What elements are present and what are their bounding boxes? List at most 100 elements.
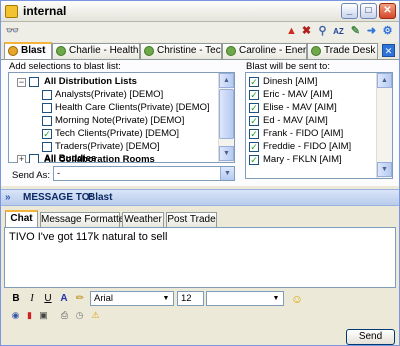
tree-group-buddies[interactable]: + All Buddies — [9, 153, 209, 163]
font-size-select[interactable]: 12 — [177, 291, 204, 306]
action-toolbar: ◉ ▮ ▣ ⎙ ◷ ⚠ — [1, 308, 399, 325]
open-file-icon[interactable]: ▣ — [37, 309, 50, 322]
checkbox[interactable]: ✓ — [249, 129, 259, 139]
recipient-item[interactable]: ✓ Freddie - FIDO [AIM] — [249, 141, 374, 153]
checkbox[interactable]: ✓ — [249, 90, 259, 100]
app-icon — [5, 5, 18, 18]
chat-window: internal _ □ ✕ 👓 ▲ ✖ ⚲ AZ ✎ ➜ ⚙ Blast Ch… — [0, 0, 400, 346]
tab-icon — [8, 46, 18, 56]
message-input[interactable]: TIVO I've got 117k natural to sell — [4, 227, 396, 288]
close-tab-icon[interactable]: ✕ — [382, 44, 395, 57]
font-select[interactable]: Arial ▼ — [90, 291, 174, 306]
checkbox[interactable]: ✓ — [249, 155, 259, 165]
tree-scrollbar[interactable]: ▲ ▼ — [218, 73, 234, 162]
underline-button[interactable]: U — [41, 292, 55, 306]
style-select[interactable]: ▼ — [206, 291, 284, 306]
send-as-label: Send As: — [12, 170, 51, 181]
checkbox[interactable] — [42, 103, 52, 113]
arrow-icon[interactable]: ➜ — [364, 24, 379, 39]
sort-az-icon[interactable]: AZ — [331, 24, 346, 39]
tab-weather[interactable]: Weather — [122, 212, 164, 227]
list-item[interactable]: Analysts(Private) [DEMO] — [9, 89, 219, 101]
text-color-icon[interactable]: A — [57, 292, 71, 306]
recipient-item[interactable]: ✓ Eric - MAV [AIM] — [249, 89, 374, 101]
list-item[interactable]: Morning Note(Private) [DEMO] — [9, 115, 219, 127]
recipient-item[interactable]: ✓ Dinesh [AIM] — [249, 76, 374, 88]
alert-icon[interactable]: ▲ — [284, 24, 299, 39]
binoculars-icon[interactable]: 👓 — [5, 24, 20, 39]
tab-icon — [311, 46, 321, 56]
list-item[interactable]: Health Care Clients(Private) [DEMO] — [9, 102, 219, 114]
checkbox[interactable]: ✓ — [42, 129, 52, 139]
clock-icon[interactable]: ◷ — [73, 309, 86, 322]
tab-post-trade[interactable]: Post Trade — [166, 212, 217, 227]
distribution-tree[interactable]: − All Distribution Lists Analysts(Privat… — [8, 72, 235, 163]
delete-icon[interactable]: ✖ — [299, 24, 314, 39]
scroll-up-icon[interactable]: ▲ — [377, 73, 392, 88]
recipients-scrollbar[interactable]: ▲ ▼ — [376, 73, 392, 178]
checkbox[interactable]: ✓ — [249, 142, 259, 152]
checkbox[interactable] — [42, 116, 52, 126]
globe-icon[interactable]: ◉ — [9, 309, 22, 322]
tab-chat[interactable]: Chat — [5, 210, 38, 228]
tools-icon[interactable]: ✎ — [348, 24, 363, 39]
tab-trade-desk[interactable]: Trade Desk — [307, 43, 378, 59]
list-item[interactable]: Traders(Private) [DEMO] — [9, 141, 219, 153]
checkbox[interactable]: ✓ — [249, 77, 259, 87]
scroll-up-icon[interactable]: ▲ — [219, 73, 234, 88]
checkbox[interactable] — [29, 77, 39, 87]
chevron-down-icon[interactable]: ▼ — [220, 167, 234, 180]
checkbox[interactable] — [42, 142, 52, 152]
title-bar[interactable]: internal _ □ ✕ — [1, 1, 399, 22]
minimize-button[interactable]: _ — [341, 3, 358, 19]
bold-button[interactable]: B — [9, 292, 23, 306]
recipients-list[interactable]: ✓ Dinesh [AIM] ✓ Eric - MAV [AIM] ✓ Elise -… — [245, 72, 393, 179]
send-as-select[interactable]: - ▼ — [53, 166, 235, 181]
checkbox[interactable]: ✓ — [249, 103, 259, 113]
checkbox[interactable] — [42, 90, 52, 100]
tab-icon — [226, 46, 236, 56]
print-icon[interactable]: ⎙ — [58, 309, 71, 322]
recipient-item[interactable]: ✓ Mary - FKLN [AIM] — [249, 154, 374, 166]
scroll-down-icon[interactable]: ▼ — [377, 162, 392, 177]
format-toolbar: B I U A ✏ Arial ▼ 12 ▼ ☺ — [1, 289, 399, 308]
collapse-icon[interactable]: − — [17, 78, 26, 87]
tree-group-distribution-lists[interactable]: − All Distribution Lists — [9, 76, 219, 88]
tab-caroline-energy[interactable]: Caroline - Energy — [222, 43, 307, 59]
conversation-tabs: Blast Charlie - Healthcare Christine - T… — [1, 42, 399, 60]
tab-icon — [144, 46, 154, 56]
tab-charlie-healthcare[interactable]: Charlie - Healthcare — [52, 43, 140, 59]
blast-panel: Add selections to blast list: Blast will… — [1, 59, 399, 186]
highlight-icon[interactable]: ✏ — [73, 292, 87, 306]
scroll-thumb[interactable] — [219, 89, 234, 139]
tab-icon — [56, 46, 66, 56]
window-title: internal — [23, 4, 67, 18]
checkbox[interactable] — [29, 154, 39, 163]
emoticon-icon[interactable]: ☺ — [290, 292, 304, 306]
toolbar: 👓 ▲ ✖ ⚲ AZ ✎ ➜ ⚙ — [1, 22, 399, 42]
close-window-button[interactable]: ✕ — [379, 3, 396, 19]
chevron-down-icon[interactable]: ▼ — [269, 292, 283, 305]
expand-icon[interactable]: + — [17, 155, 26, 163]
message-to-bar: » MESSAGE TO: Blast — [1, 189, 399, 206]
recipient-item[interactable]: ✓ Frank - FIDO [AIM] — [249, 128, 374, 140]
tab-christine-tech[interactable]: Christine - Tech — [140, 43, 222, 59]
settings-icon[interactable]: ⚙ — [380, 24, 395, 39]
pin-icon[interactable]: ⚲ — [315, 24, 330, 39]
add-selections-label: Add selections to blast list: — [9, 61, 121, 72]
warning-icon[interactable]: ⚠ — [89, 309, 102, 322]
checkbox[interactable]: ✓ — [249, 116, 259, 126]
maximize-button[interactable]: □ — [360, 3, 377, 19]
tab-blast[interactable]: Blast — [4, 42, 52, 60]
recipient-item[interactable]: ✓ Ed - MAV [AIM] — [249, 115, 374, 127]
tab-message-formatter[interactable]: Message Formatter — [40, 212, 128, 227]
attach-icon[interactable]: ▮ — [23, 309, 36, 322]
list-item[interactable]: ✓ Tech Clients(Private) [DEMO] — [9, 128, 219, 140]
italic-button[interactable]: I — [25, 292, 39, 306]
chevron-down-icon[interactable]: ▼ — [159, 292, 173, 305]
send-button[interactable]: Send — [346, 329, 395, 345]
collapse-chevron-icon[interactable]: » — [5, 190, 11, 205]
blast-recipients-label: Blast will be sent to: — [246, 61, 330, 72]
scroll-down-icon[interactable]: ▼ — [219, 146, 234, 161]
recipient-item[interactable]: ✓ Elise - MAV [AIM] — [249, 102, 374, 114]
